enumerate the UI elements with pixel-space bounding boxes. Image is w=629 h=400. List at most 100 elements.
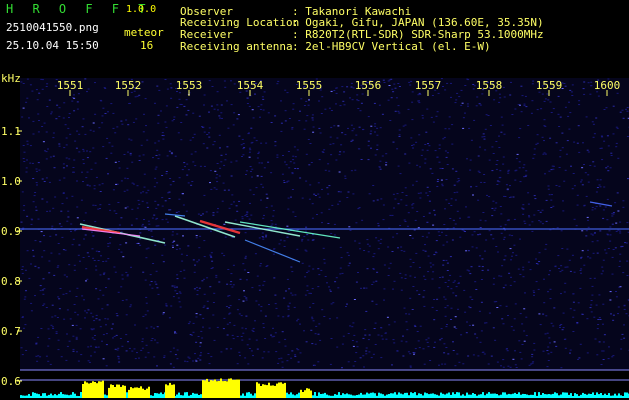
noise-speck (366, 239, 369, 241)
noise-speck (195, 286, 198, 288)
noise-speck (575, 225, 578, 227)
noise-speck (299, 323, 301, 325)
noise-speck (150, 340, 153, 342)
noise-speck (623, 304, 626, 306)
noise-speck (314, 343, 317, 345)
noise-speck (321, 222, 323, 224)
noise-speck (243, 269, 246, 271)
histogram-bar (320, 394, 322, 398)
noise-speck (223, 317, 226, 319)
noise-speck (404, 153, 407, 155)
noise-speck (188, 321, 191, 323)
noise-speck (425, 131, 428, 133)
noise-speck (402, 335, 404, 337)
noise-speck (210, 256, 213, 258)
histogram-bar (24, 395, 26, 398)
noise-speck (531, 83, 534, 85)
noise-speck (296, 168, 299, 170)
histogram-bar (340, 395, 342, 398)
noise-speck (589, 307, 592, 309)
noise-speck (137, 242, 140, 244)
noise-speck (66, 276, 68, 278)
noise-speck (611, 215, 614, 217)
noise-speck (521, 344, 524, 345)
noise-speck (168, 150, 171, 152)
noise-speck (344, 177, 347, 179)
noise-speck (391, 214, 394, 216)
x-tick-label: 1555 (295, 79, 323, 92)
noise-speck (591, 241, 594, 243)
noise-speck (245, 315, 248, 317)
noise-speck (125, 350, 128, 352)
noise-speck (397, 105, 400, 107)
histogram-bar (154, 393, 156, 398)
noise-speck (333, 125, 336, 127)
noise-speck (311, 239, 314, 241)
histogram-bar (240, 395, 242, 398)
noise-speck (487, 115, 490, 116)
noise-speck (114, 161, 117, 163)
noise-speck (154, 244, 157, 246)
noise-speck (498, 177, 501, 179)
noise-speck (354, 169, 357, 171)
noise-speck (508, 272, 511, 274)
noise-speck (62, 163, 65, 165)
histogram-bar (486, 393, 488, 398)
noise-speck (106, 137, 109, 139)
noise-speck (107, 243, 110, 245)
noise-speck (22, 209, 25, 211)
noise-speck (246, 97, 249, 99)
noise-speck (514, 364, 517, 366)
noise-speck (41, 289, 44, 291)
noise-speck (569, 89, 572, 91)
noise-speck (458, 96, 461, 98)
noise-speck (35, 89, 38, 91)
histogram-bar (372, 392, 374, 398)
noise-speck (459, 217, 461, 219)
noise-speck (371, 300, 374, 302)
noise-speck (435, 115, 438, 117)
noise-speck (77, 254, 80, 256)
noise-speck (525, 106, 528, 108)
histogram-bar (70, 394, 72, 398)
noise-speck (569, 270, 572, 272)
noise-speck (127, 151, 129, 153)
noise-speck (287, 306, 290, 308)
noise-speck (480, 181, 483, 183)
noise-speck (336, 317, 339, 319)
noise-speck (255, 140, 258, 142)
histogram-bar (420, 393, 422, 398)
noise-speck (446, 164, 449, 165)
noise-speck (242, 332, 245, 334)
noise-speck (41, 256, 44, 258)
noise-speck (94, 82, 96, 84)
noise-speck (543, 140, 545, 142)
noise-speck (430, 266, 432, 268)
noise-speck (81, 171, 83, 173)
noise-speck (475, 247, 478, 249)
noise-speck (94, 335, 96, 336)
noise-speck (455, 328, 458, 329)
histogram-bar (96, 383, 98, 398)
noise-speck (427, 255, 430, 257)
noise-speck (34, 265, 37, 267)
noise-speck (442, 264, 445, 266)
noise-speck (303, 128, 306, 130)
noise-speck (452, 350, 455, 351)
noise-speck (452, 292, 455, 294)
noise-speck (299, 110, 301, 112)
noise-speck (426, 221, 429, 223)
histogram-bar (186, 392, 188, 398)
histogram-bar (478, 394, 480, 398)
noise-speck (179, 306, 182, 308)
noise-speck (243, 295, 246, 297)
histogram-bar (326, 394, 328, 398)
noise-speck (117, 347, 120, 349)
noise-speck (456, 210, 459, 212)
noise-speck (546, 366, 549, 368)
noise-speck (292, 155, 295, 157)
noise-speck (514, 179, 517, 181)
noise-speck (363, 287, 366, 289)
histogram-bar (254, 393, 256, 398)
noise-speck (557, 113, 560, 115)
